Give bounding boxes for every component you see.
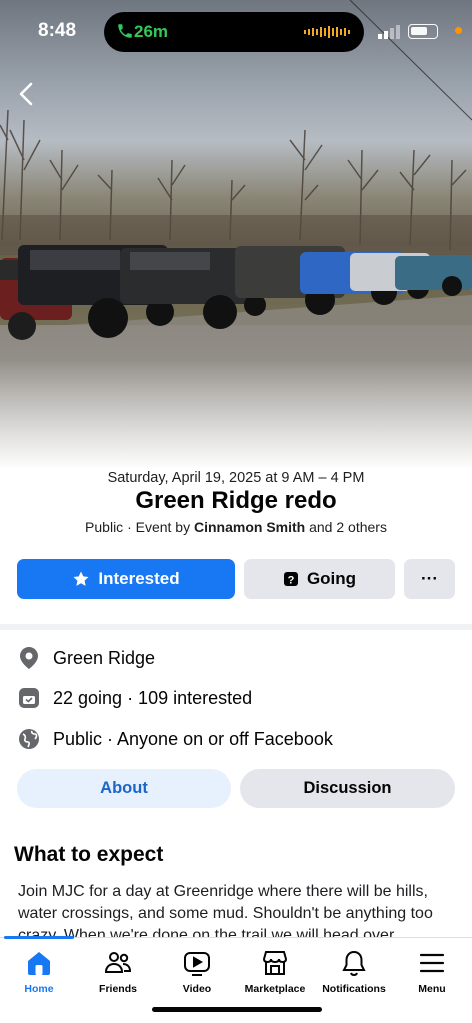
- jeeps-lineup-photo: [0, 0, 472, 470]
- tab-discussion[interactable]: Discussion: [240, 769, 455, 808]
- back-button[interactable]: [10, 76, 42, 112]
- ticket-question-icon: ?: [283, 571, 299, 587]
- chevron-left-icon: [19, 82, 33, 106]
- video-icon: [182, 948, 212, 978]
- dynamic-island[interactable]: 26m: [104, 12, 364, 52]
- home-icon: [24, 948, 54, 978]
- more-options-button[interactable]: ···: [404, 559, 455, 599]
- star-icon: [72, 570, 90, 588]
- nav-notifications[interactable]: Notifications: [314, 948, 394, 995]
- nav-menu-label: Menu: [418, 983, 446, 995]
- nav-video[interactable]: Video: [157, 948, 237, 995]
- battery-icon: [408, 24, 438, 39]
- bell-icon: [339, 948, 369, 978]
- nav-notifications-label: Notifications: [322, 983, 386, 995]
- audio-waveform-icon: [304, 26, 350, 38]
- location-row[interactable]: Green Ridge: [18, 644, 458, 672]
- event-description: Join MJC for a day at Greenridge where t…: [18, 883, 433, 937]
- phone-call-icon: [118, 24, 132, 38]
- nav-video-label: Video: [182, 983, 212, 995]
- more-dots-icon: ···: [421, 569, 438, 588]
- location-pin-icon: [18, 647, 40, 669]
- event-subtitle: Public · Event by Cinnamon Smith and 2 o…: [0, 519, 472, 535]
- tab-about[interactable]: About: [17, 769, 231, 808]
- event-date-time: Saturday, April 19, 2025 at 9 AM – 4 PM: [107, 470, 365, 486]
- marketplace-icon: [260, 948, 290, 978]
- call-duration: 26m: [134, 22, 169, 41]
- nav-friends[interactable]: Friends: [78, 948, 158, 995]
- nav-marketplace-label: Marketplace: [244, 983, 306, 995]
- event-host-link[interactable]: Cinnamon Smith: [194, 519, 305, 535]
- nav-home-label: Home: [24, 983, 54, 995]
- nav-menu[interactable]: Menu: [392, 948, 472, 995]
- privacy-indicator-dot: [455, 27, 462, 34]
- event-cohosts[interactable]: and 2 others: [305, 519, 387, 535]
- status-bar: 8:48 26m: [0, 0, 472, 60]
- event-location: Green Ridge: [53, 647, 156, 668]
- jeep-teal: [395, 256, 472, 296]
- event-cover-photo[interactable]: [0, 0, 472, 470]
- section-title: What to expect: [14, 843, 164, 866]
- going-label: Going: [306, 569, 357, 588]
- interested-button[interactable]: Interested: [17, 559, 235, 599]
- attendance-counts: 22 going · 109 interested: [53, 687, 253, 708]
- interested-label: Interested: [98, 569, 180, 588]
- going-button[interactable]: ? Going: [244, 559, 395, 599]
- home-indicator[interactable]: [152, 1007, 322, 1012]
- cellular-signal-icon: [378, 25, 400, 39]
- section-divider: [0, 624, 472, 630]
- event-visibility: Public · Event by: [85, 519, 194, 535]
- globe-icon: [18, 728, 40, 750]
- nav-friends-label: Friends: [99, 983, 137, 995]
- calendar-check-icon: [18, 687, 40, 709]
- nav-marketplace[interactable]: Marketplace: [235, 948, 315, 995]
- nav-home[interactable]: Home: [0, 948, 79, 995]
- menu-icon: [417, 948, 447, 978]
- friends-icon: [103, 948, 133, 978]
- svg-text:?: ?: [288, 575, 295, 587]
- privacy-row: Public · Anyone on or off Facebook: [18, 725, 458, 753]
- attendance-row[interactable]: 22 going · 109 interested: [18, 684, 458, 712]
- status-time: 8:48: [38, 20, 77, 41]
- active-tab-indicator: [4, 936, 74, 939]
- event-title: Green Ridge redo: [135, 487, 337, 514]
- privacy-text: Public · Anyone on or off Facebook: [53, 728, 333, 749]
